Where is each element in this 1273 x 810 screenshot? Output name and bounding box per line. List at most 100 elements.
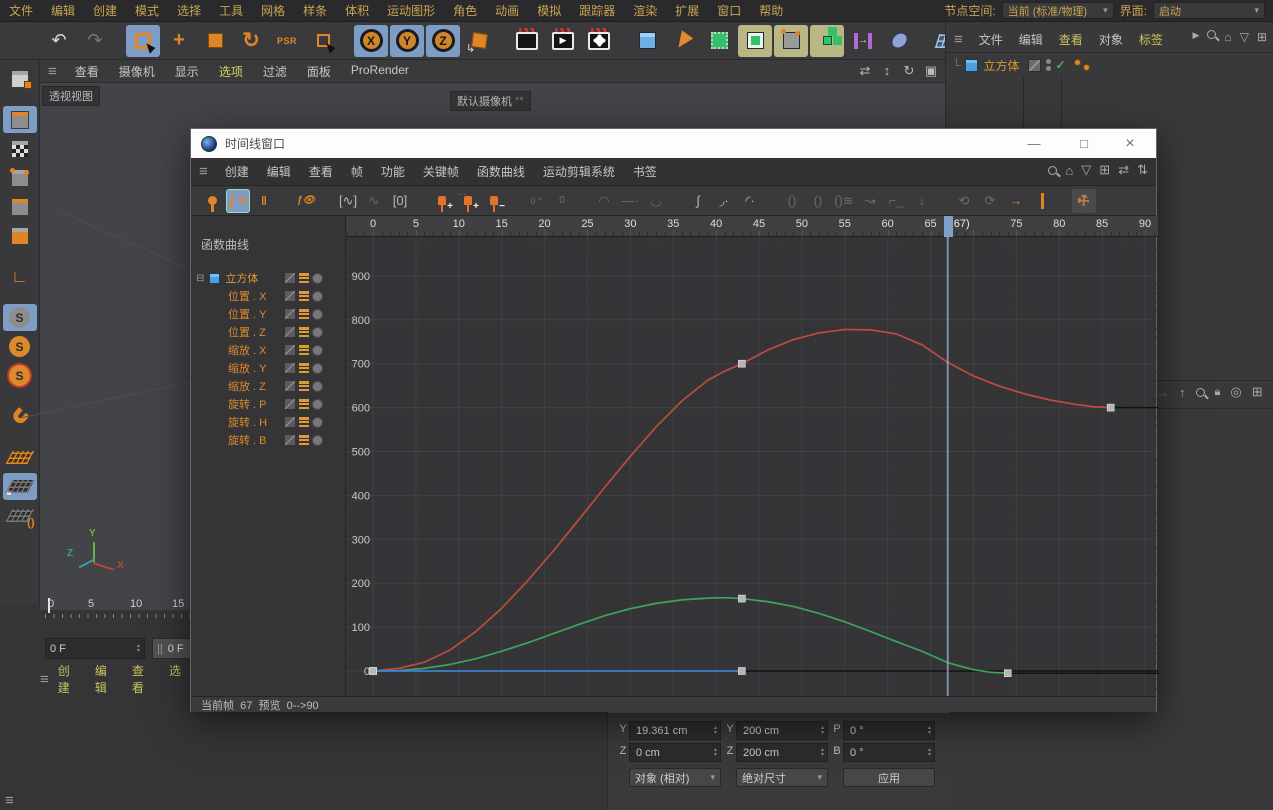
search-icon[interactable] [1207, 30, 1216, 39]
coordinate-input[interactable]: 0 °▴▾ [843, 721, 935, 740]
slider-handle-icon[interactable]: || [157, 643, 163, 655]
track-row[interactable]: 位置 . Y [191, 305, 346, 323]
menubar-item[interactable]: 创建 [84, 2, 126, 19]
parentheses-2-button[interactable]: () [806, 189, 830, 213]
render-settings-button[interactable] [582, 25, 616, 57]
ripple-edit-button[interactable]: ⚒︎ [1072, 189, 1096, 213]
track-root-row[interactable]: ⊟立方体 [191, 269, 346, 287]
generator-button[interactable] [738, 25, 772, 57]
solo-toggle-icon[interactable] [312, 327, 323, 338]
menubar-item[interactable]: 体积 [336, 2, 378, 19]
cloner-button[interactable] [810, 25, 844, 57]
edges-mode-button[interactable] [3, 193, 37, 220]
viewport-menu-item[interactable]: 摄像机 [109, 63, 165, 80]
workplane-button[interactable] [3, 444, 37, 471]
workplane-mode-button[interactable]: () [3, 502, 37, 529]
target-icon[interactable]: ◎ [1230, 384, 1241, 400]
coordinate-input[interactable]: 0 °▴▾ [843, 743, 935, 762]
add-keyframe-interpolation-button[interactable]: +··· [456, 189, 480, 213]
snap-modes-button[interactable]: S [3, 362, 37, 389]
main-timeline-ruler[interactable]: 051015 [45, 598, 190, 632]
keyframe-bars-icon[interactable] [299, 290, 309, 302]
rotate-view-icon[interactable]: ↻ [901, 63, 917, 79]
menubar-item[interactable]: 动画 [486, 2, 528, 19]
menubar-item[interactable]: 选择 [168, 2, 210, 19]
lock-icon[interactable]: 🔒︎ [1215, 386, 1221, 399]
link-curve-button[interactable]: ∿ [362, 189, 386, 213]
zoom-view-icon[interactable]: ↕ [879, 63, 895, 79]
track-row[interactable]: 位置 . Z [191, 323, 346, 341]
timeline-menu-item[interactable]: 函数曲线 [468, 163, 534, 180]
snap-settings-button[interactable]: S [3, 333, 37, 360]
object-manager-menu-item[interactable]: 文件 [971, 31, 1011, 48]
keyframe-bars-icon[interactable] [299, 272, 309, 284]
solo-toggle-icon[interactable] [312, 291, 323, 302]
mute-toggle-icon[interactable] [284, 344, 296, 356]
track-label[interactable]: 旋转 . H [228, 414, 267, 430]
menubar-item[interactable]: 角色 [444, 2, 486, 19]
home-icon[interactable]: ⌂ [1065, 163, 1073, 178]
offset-arrow-button[interactable]: → [1004, 189, 1028, 213]
view-name-label[interactable]: 透视视图 [42, 86, 100, 106]
menubar-item[interactable]: 窗口 [708, 2, 750, 19]
coordinate-input[interactable]: 200 cm▴▾ [736, 721, 828, 740]
maximize-button[interactable]: □ [1062, 129, 1106, 158]
keyframe-point[interactable] [738, 360, 745, 367]
size-mode-dropdown[interactable]: 绝对尺寸 ▾ [736, 768, 828, 787]
stairs-button[interactable]: ⌐_ [884, 189, 908, 213]
search-icon[interactable] [1196, 388, 1205, 397]
menubar-item[interactable]: 工具 [210, 2, 252, 19]
keyframe-point[interactable] [370, 668, 377, 675]
menubar-item[interactable]: 跟踪器 [570, 2, 624, 19]
tangent-right-button[interactable]: ◡ [644, 189, 668, 213]
material-menu-item[interactable]: 编辑 [86, 662, 123, 696]
track-row[interactable]: 缩放 . Y [191, 359, 346, 377]
texture-mode-button[interactable] [3, 135, 37, 162]
volume-button[interactable] [882, 25, 916, 57]
maximize-view-icon[interactable]: ▣ [923, 63, 939, 79]
solo-toggle-icon[interactable] [312, 363, 323, 374]
more-menus-icon[interactable]: ▶ [1193, 30, 1200, 44]
timeline-menu-item[interactable]: 书签 [624, 163, 666, 180]
timeline-titlebar[interactable]: 时间线窗口 — □ × [191, 129, 1156, 158]
angle-snap-button[interactable]: 0 ° [524, 189, 548, 213]
add-panel-icon[interactable]: ⊞ [1257, 30, 1267, 44]
track-row[interactable]: 旋转 . P [191, 395, 346, 413]
menubar-item[interactable]: 模式 [126, 2, 168, 19]
node-space-select[interactable]: 当前 (标准/物理) ▾ [1002, 2, 1114, 19]
timeline-menu-item[interactable]: 创建 [216, 163, 258, 180]
hamburger-icon[interactable]: ≡ [946, 31, 971, 48]
menubar-item[interactable]: 渲染 [624, 2, 666, 19]
solo-toggle-icon[interactable] [312, 435, 323, 446]
magnet-button[interactable] [3, 403, 37, 430]
stepper-icon[interactable]: ▴▾ [928, 726, 931, 736]
pan-icon[interactable]: ⇄ [1118, 162, 1129, 178]
orange-bar-button[interactable] [1030, 189, 1054, 213]
mute-toggle-icon[interactable] [284, 272, 296, 284]
arrow-up-icon[interactable]: ↑ [1179, 385, 1186, 400]
menubar-item[interactable]: 文件 [0, 2, 42, 19]
hamburger-icon[interactable]: ≡ [191, 163, 216, 180]
menubar-item[interactable]: 编辑 [42, 2, 84, 19]
down-arrow-button[interactable]: ↓ [910, 189, 934, 213]
timeline-menu-item[interactable]: 关键帧 [414, 163, 468, 180]
points-mode-button[interactable] [3, 164, 37, 191]
mute-toggle-icon[interactable] [284, 380, 296, 392]
model-mode-button[interactable] [3, 106, 37, 133]
render-to-picture-viewer-button[interactable]: ▶ [546, 25, 580, 57]
coordinate-input[interactable]: 0 cm▴▾ [629, 743, 721, 762]
psr-button[interactable]: PSR [270, 25, 304, 57]
mute-toggle-icon[interactable] [284, 308, 296, 320]
mute-toggle-icon[interactable] [284, 290, 296, 302]
mute-toggle-icon[interactable] [284, 326, 296, 338]
fcurve-mode-button[interactable]: ƒ∿ [226, 189, 250, 213]
undo-button[interactable]: ↶ [42, 25, 76, 57]
rotate-button[interactable]: ↻ [234, 25, 268, 57]
render-view-button[interactable] [510, 25, 544, 57]
viewport-menu-item[interactable]: 选项 [209, 63, 253, 80]
solo-toggle-icon[interactable] [312, 381, 323, 392]
enabled-check-icon[interactable]: ✓ [1056, 58, 1066, 72]
cycle-after-button[interactable]: ⟳ [978, 189, 1002, 213]
filter-icon[interactable]: ▽ [1081, 162, 1091, 178]
solo-toggle-icon[interactable] [312, 417, 323, 428]
